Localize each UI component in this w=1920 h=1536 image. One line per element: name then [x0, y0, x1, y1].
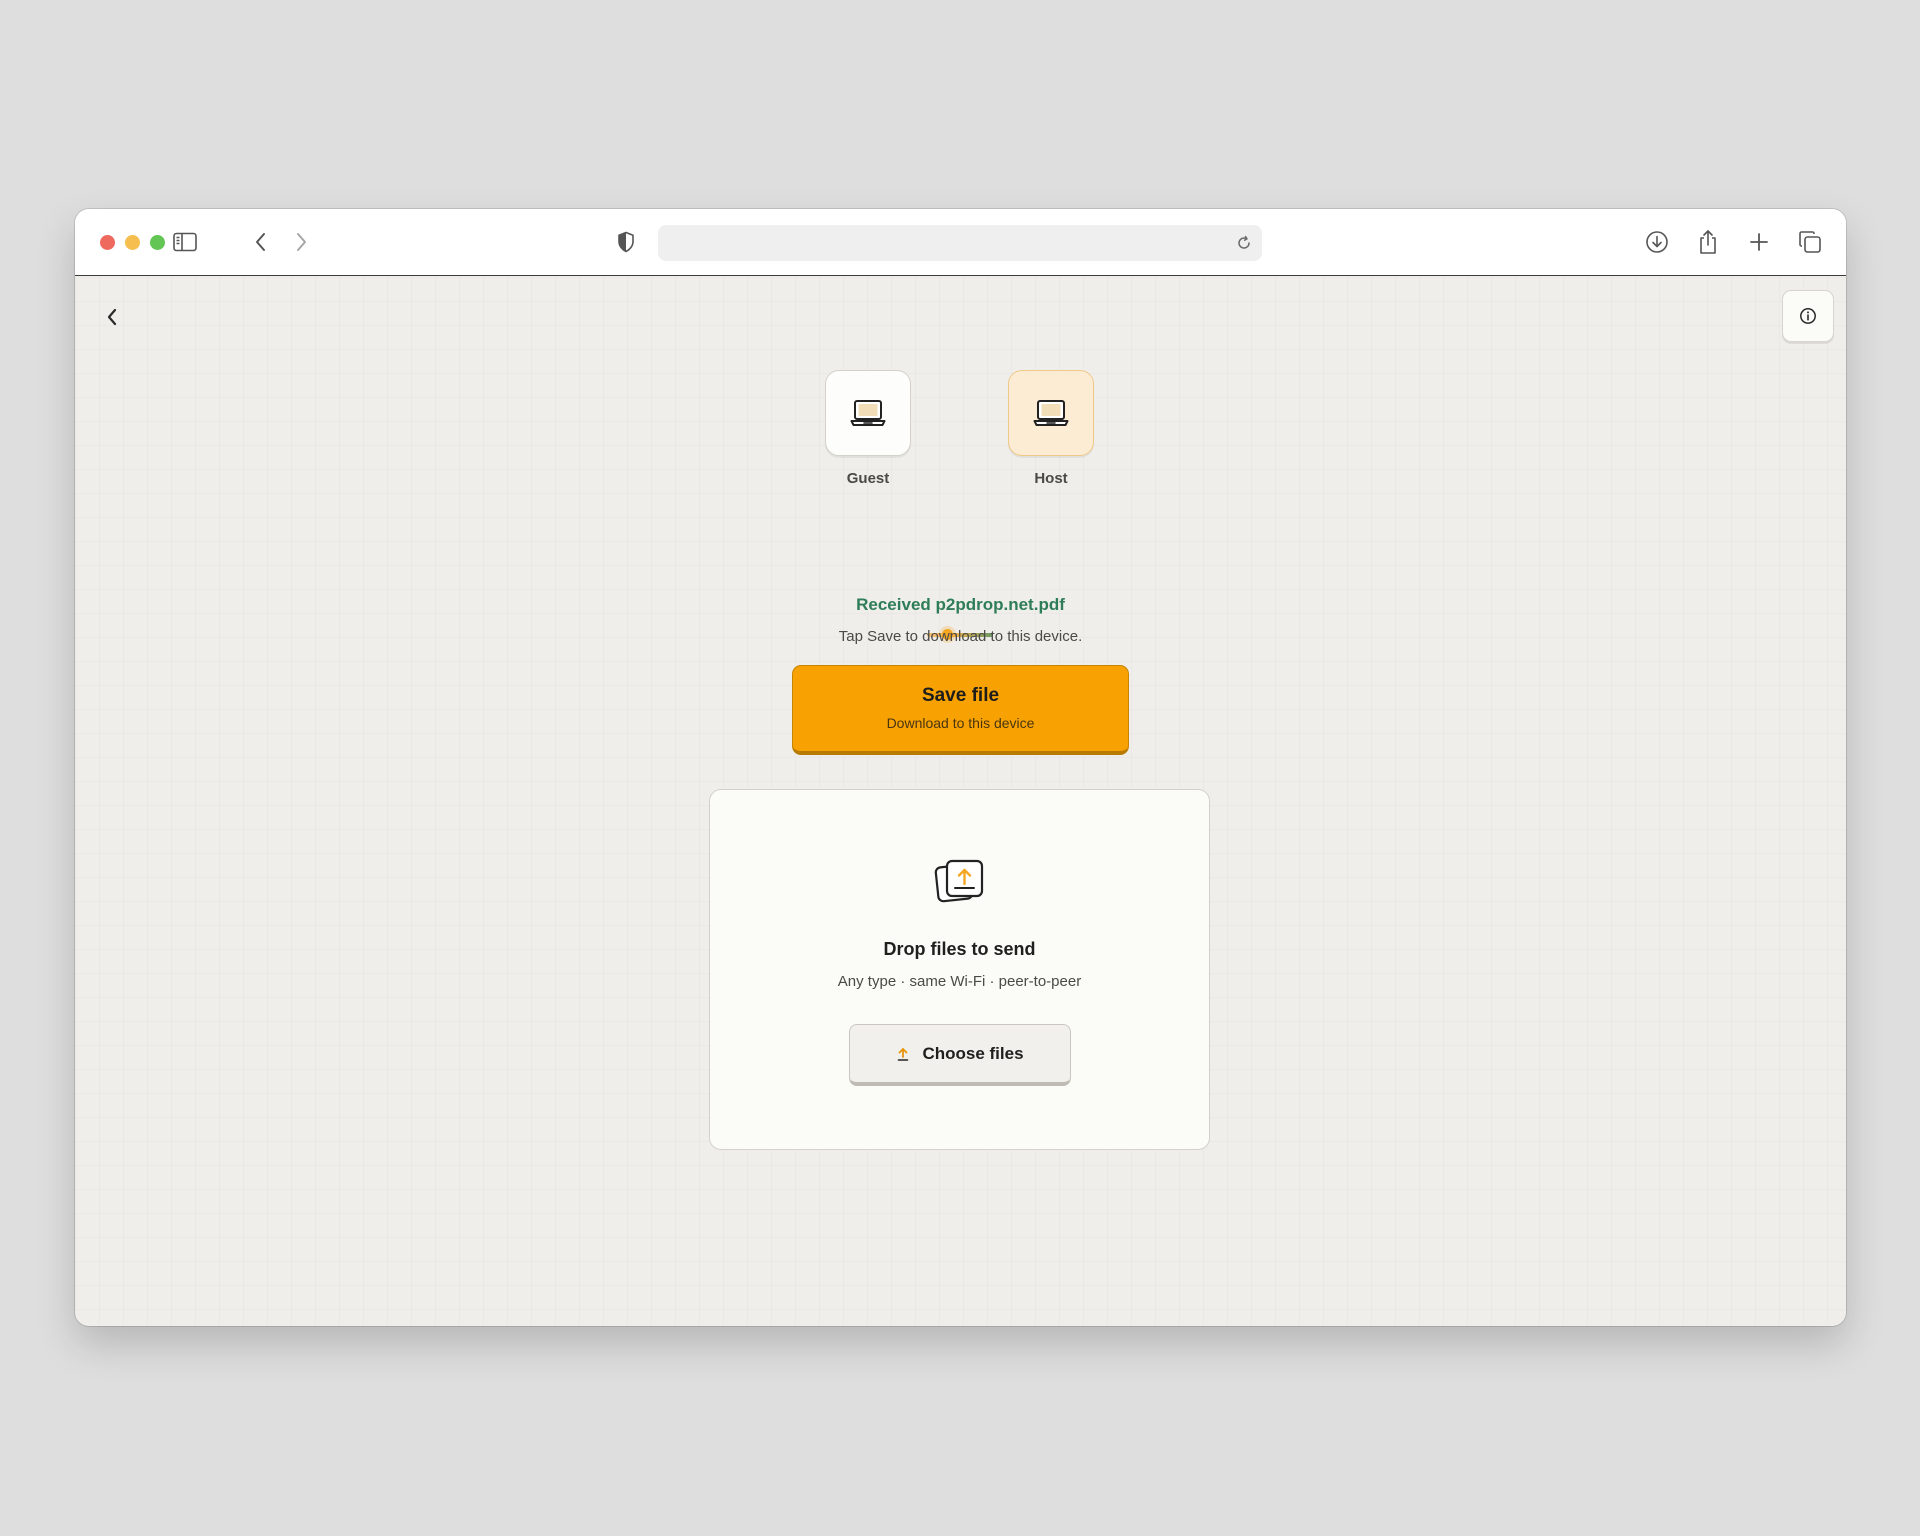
- reload-button[interactable]: [1232, 231, 1256, 255]
- choose-files-label: Choose files: [922, 1043, 1024, 1063]
- page-content: Guest Host Received p2pdrop.net.pdf Tap …: [75, 277, 1846, 1326]
- history-forward-button[interactable]: [286, 227, 316, 257]
- save-hint: Tap Save to download to this device.: [838, 628, 1083, 645]
- peer-host: Host: [1008, 370, 1094, 487]
- laptop-icon: [1033, 400, 1069, 426]
- download-icon: [1646, 231, 1668, 253]
- save-file-button[interactable]: Save file Download to this device: [792, 665, 1129, 755]
- sidebar-icon: [173, 232, 197, 252]
- save-file-subtitle: Download to this device: [886, 715, 1035, 731]
- peer-guest-label: Guest: [846, 470, 890, 487]
- zoom-window-button[interactable]: [150, 235, 165, 250]
- peer-host-tile: [1008, 370, 1094, 456]
- peer-host-label: Host: [1034, 470, 1068, 487]
- received-status: Received p2pdrop.net.pdf: [856, 595, 1065, 614]
- upload-arrow-icon: [898, 1047, 909, 1061]
- upload-files-icon: [934, 859, 984, 903]
- minimize-window-button[interactable]: [125, 235, 140, 250]
- shield-icon: [618, 231, 634, 253]
- privacy-report-button[interactable]: [611, 227, 641, 257]
- browser-window: Guest Host Received p2pdrop.net.pdf Tap …: [75, 209, 1846, 1326]
- chevron-left-icon: [256, 233, 265, 251]
- dropzone-title: Drop files to send: [883, 939, 1036, 959]
- chevron-left-icon: [107, 308, 117, 326]
- save-file-title: Save file: [921, 685, 1000, 706]
- back-button[interactable]: [97, 302, 127, 332]
- choose-files-button[interactable]: Choose files: [849, 1024, 1071, 1086]
- close-window-button[interactable]: [100, 235, 115, 250]
- chevron-right-icon: [297, 233, 306, 251]
- tab-overview-button[interactable]: [1795, 227, 1825, 257]
- history-back-button[interactable]: [246, 227, 276, 257]
- peer-guest: Guest: [825, 370, 911, 487]
- plus-icon: [1750, 233, 1768, 251]
- share-icon: [1700, 230, 1716, 254]
- laptop-icon: [850, 400, 886, 426]
- sidebar-toggle-button[interactable]: [170, 227, 200, 257]
- new-tab-button[interactable]: [1744, 227, 1774, 257]
- address-bar[interactable]: [658, 225, 1262, 261]
- tabs-overview-icon: [1799, 231, 1821, 253]
- info-icon: [1800, 308, 1816, 324]
- browser-toolbar: [75, 209, 1846, 276]
- peer-guest-tile: [825, 370, 911, 456]
- share-button[interactable]: [1693, 227, 1723, 257]
- reload-icon: [1238, 235, 1250, 249]
- url-input[interactable]: [672, 225, 1212, 261]
- dropzone-subtitle: Any type · same Wi‑Fi · peer‑to‑peer: [837, 973, 1082, 990]
- downloads-button[interactable]: [1642, 227, 1672, 257]
- info-button[interactable]: [1782, 290, 1834, 342]
- file-dropzone[interactable]: Drop files to send Any type · same Wi‑Fi…: [709, 789, 1210, 1150]
